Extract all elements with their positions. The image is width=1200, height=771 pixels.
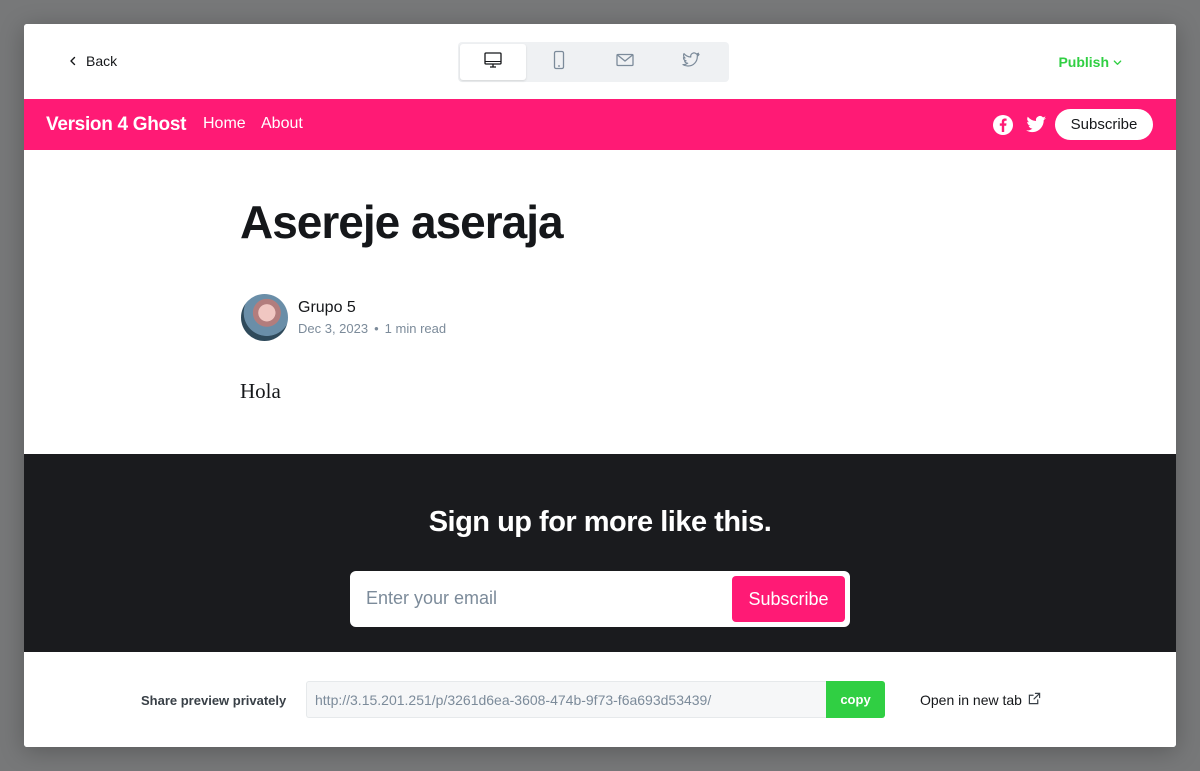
external-link-icon [1028, 692, 1041, 708]
chevron-down-icon [1113, 54, 1122, 70]
copy-button[interactable]: copy [826, 681, 885, 718]
twitter-icon [681, 50, 701, 75]
site-title[interactable]: Version 4 Ghost [46, 114, 186, 136]
read-time: 1 min read [384, 321, 447, 336]
share-preview-bar: Share preview privately http://3.15.201.… [24, 652, 1176, 747]
signup-cta: Sign up for more like this. Subscribe [24, 454, 1176, 652]
share-label: Share preview privately [141, 693, 287, 708]
nav-item-about[interactable]: About [261, 115, 303, 133]
email-input[interactable] [364, 587, 728, 610]
open-in-new-tab-link[interactable]: Open in new tab [920, 692, 1041, 708]
post-meta: Dec 3, 2023 • 1 min read [298, 321, 446, 336]
signup-form: Subscribe [350, 571, 850, 627]
mobile-preview-button[interactable] [526, 44, 592, 80]
email-preview-button[interactable] [592, 44, 658, 80]
post-preview-frame: Version 4 Ghost Home About Subscribe Ase… [24, 99, 1176, 652]
meta-separator: • [374, 321, 379, 336]
cta-title: Sign up for more like this. [428, 506, 772, 538]
post-content: Hola [240, 379, 281, 403]
facebook-icon[interactable] [992, 114, 1014, 136]
twitter-icon[interactable] [1025, 115, 1047, 135]
chevron-left-icon [68, 53, 78, 69]
author-name[interactable]: Grupo 5 [298, 299, 356, 317]
desktop-icon [483, 50, 503, 75]
preview-modal: Back Publish Version 4 Ghost Home About … [24, 24, 1176, 747]
back-button[interactable]: Back [68, 53, 117, 69]
device-switcher [458, 42, 729, 82]
post-date: Dec 3, 2023 [298, 321, 369, 336]
post-title: Asereje aseraja [240, 196, 564, 248]
publish-dropdown[interactable]: Publish [1058, 54, 1122, 70]
publish-label: Publish [1058, 54, 1109, 70]
open-tab-label: Open in new tab [920, 692, 1022, 708]
back-label: Back [86, 53, 118, 69]
cta-subscribe-button[interactable]: Subscribe [732, 576, 845, 622]
header-subscribe-button[interactable]: Subscribe [1055, 109, 1153, 140]
preview-toolbar: Back Publish [24, 24, 1176, 99]
mobile-icon [549, 50, 569, 75]
author-avatar[interactable] [241, 294, 288, 341]
twitter-preview-button[interactable] [658, 44, 724, 80]
site-header: Version 4 Ghost Home About Subscribe [24, 99, 1176, 150]
preview-url-field[interactable]: http://3.15.201.251/p/3261d6ea-3608-474b… [306, 681, 826, 718]
nav-item-home[interactable]: Home [203, 115, 246, 133]
desktop-preview-button[interactable] [460, 44, 526, 80]
email-icon [615, 50, 635, 75]
